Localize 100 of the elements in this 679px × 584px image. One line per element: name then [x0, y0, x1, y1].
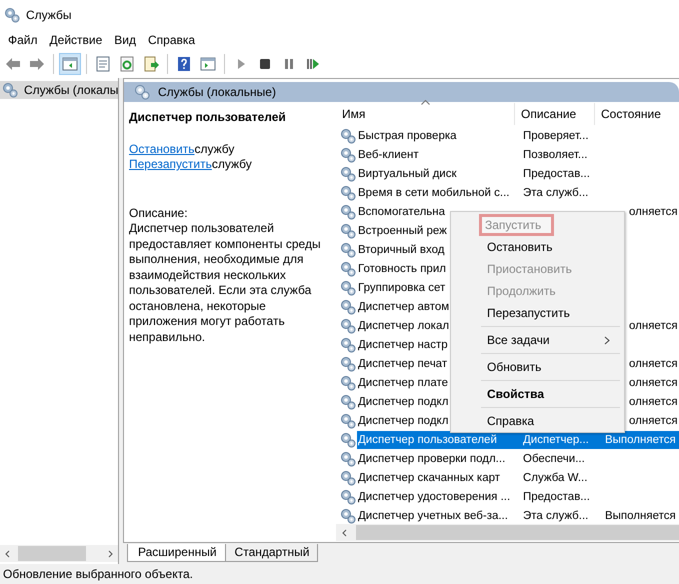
gears-icon [340, 318, 356, 334]
status-bar: Обновление выбранного объекта. [0, 564, 679, 584]
menu-item[interactable]: Справка [142, 33, 202, 47]
menu-item[interactable]: Файл [2, 33, 44, 47]
table-cell: олняется [629, 206, 678, 218]
table-cell: Обеспечи... [523, 452, 585, 464]
chevron-right-icon [604, 336, 610, 345]
export-icon [143, 56, 159, 72]
description-label: Описание: [129, 206, 189, 221]
gears-icon [340, 432, 356, 448]
tree-button[interactable] [59, 53, 81, 75]
gears-icon [340, 356, 356, 372]
service-row[interactable]: Быстрая проверка Проверяет... [357, 126, 679, 144]
table-cell: Диспетчер локал [358, 320, 450, 332]
column-header[interactable]: Состояние [595, 103, 679, 125]
service-row[interactable]: Диспетчер пользователей Диспетчер... Выполняется [357, 430, 679, 448]
table-cell: олняется [629, 376, 678, 388]
table-cell: олняется [629, 320, 678, 332]
gears-icon [340, 508, 356, 524]
view-tab[interactable]: Стандартный [224, 544, 318, 562]
menu-item[interactable]: Действие [44, 33, 108, 47]
table-cell: Предостав... [523, 490, 590, 502]
arrow-right-icon [29, 56, 45, 72]
refresh-icon [119, 56, 135, 72]
gears-icon [4, 7, 20, 23]
table-cell: олняется [629, 396, 678, 408]
gears-icon [340, 412, 356, 428]
service-row[interactable]: Диспетчер скачанных карт Служба W... [357, 468, 679, 486]
horizontal-scrollbar[interactable] [0, 545, 118, 562]
table-cell: Служба W... [523, 472, 588, 484]
table-cell: Предостав... [523, 168, 590, 180]
table-cell: Диспетчер плате [358, 376, 448, 388]
menu-item[interactable]: Остановить [454, 236, 621, 258]
gears-icon [134, 84, 150, 100]
action-link[interactable]: Перезапустить [129, 157, 212, 171]
gears-icon [340, 184, 356, 200]
gears-icon [340, 280, 356, 296]
gears-icon [340, 394, 356, 410]
menu-item[interactable]: Свойства [454, 383, 621, 405]
service-title: Диспетчер пользователей [129, 110, 287, 124]
menu-item[interactable]: Вид [108, 33, 142, 47]
document-icon [95, 56, 111, 72]
menu-item[interactable]: Справка [454, 410, 621, 432]
action-text: службу [212, 157, 252, 171]
view-tab[interactable]: Расширенный [127, 544, 226, 562]
table-cell: Вспомогательна [358, 206, 446, 218]
service-row[interactable]: Диспетчер учетных веб-за... Эта служб... Выполняется [357, 506, 679, 524]
column-header[interactable]: Описание [515, 103, 595, 125]
table-cell: Диспетчер проверки подл... [358, 452, 506, 464]
arrow-left-icon [5, 56, 21, 72]
action-link[interactable]: Остановить [129, 142, 194, 156]
table-cell: Позволяет... [523, 148, 588, 160]
gears-icon [340, 260, 356, 276]
column-header[interactable]: Имя [336, 103, 515, 125]
menu-item[interactable]: Обновить [454, 356, 621, 378]
gears-icon [340, 128, 356, 144]
gears-icon [340, 146, 356, 162]
gears-icon [340, 336, 356, 352]
gears-icon [340, 374, 356, 390]
table-cell: Время в сети мобильной с... [358, 186, 510, 198]
resume-icon [305, 56, 321, 72]
table-cell: Эта служб... [523, 510, 588, 522]
description-text: Диспетчер пользователей предоставляет компоненты среды выполнения, необходимые для взаимодействия нескольких пользователей. Если эта служба остановлена, некоторые приложения могут работать неправильно. [129, 221, 322, 345]
table-cell: Быстрая проверка [358, 130, 457, 142]
menu-item[interactable]: Перезапустить [454, 302, 621, 324]
service-row[interactable]: Время в сети мобильной с... Эта служб... [357, 184, 679, 202]
gears-icon [340, 242, 356, 258]
service-row[interactable]: Диспетчер удостоверения ... Предостав... [357, 488, 679, 506]
gears-icon [340, 222, 356, 238]
pane-title: Службы (локальные) [158, 85, 276, 99]
sort-caret-icon [421, 100, 430, 105]
horizontal-scrollbar[interactable] [336, 524, 679, 541]
action-text: службу [194, 142, 234, 156]
service-row[interactable]: Диспетчер проверки подл... Обеспечи... [357, 450, 679, 468]
menu-item[interactable]: Все задачи [454, 329, 621, 351]
gears-icon [340, 204, 356, 220]
table-cell: Выполняется [605, 434, 676, 446]
table-cell: Диспетчер удостоверения ... [358, 490, 510, 502]
gears-icon [340, 470, 356, 486]
gears-icon [340, 450, 356, 466]
service-row[interactable]: Виртуальный диск Предостав... [357, 164, 679, 182]
table-cell: Эта служб... [523, 186, 588, 198]
panel-icon [62, 56, 78, 72]
tree-item[interactable]: Службы (локалы [0, 81, 118, 99]
stop-icon [257, 56, 273, 72]
gears-icon [340, 488, 356, 504]
panel-icon [200, 56, 216, 72]
table-cell: Веб-клиент [358, 148, 419, 160]
window-title: Службы [26, 8, 72, 22]
gears-icon [340, 166, 356, 182]
table-cell: Выполняется [605, 510, 676, 522]
table-cell: Диспетчер... [523, 434, 589, 446]
table-cell: Виртуальный диск [358, 168, 457, 180]
table-cell: Проверяет... [523, 130, 589, 142]
service-row[interactable]: Веб-клиент Позволяет... [357, 146, 679, 164]
gears-icon [340, 298, 356, 314]
table-cell: Диспетчер скачанных карт [358, 472, 500, 484]
table-cell: Диспетчер подкл [358, 396, 448, 408]
table-cell: Диспетчер учетных веб-за... [358, 510, 508, 522]
table-cell: Диспетчер пользователей [358, 434, 497, 446]
